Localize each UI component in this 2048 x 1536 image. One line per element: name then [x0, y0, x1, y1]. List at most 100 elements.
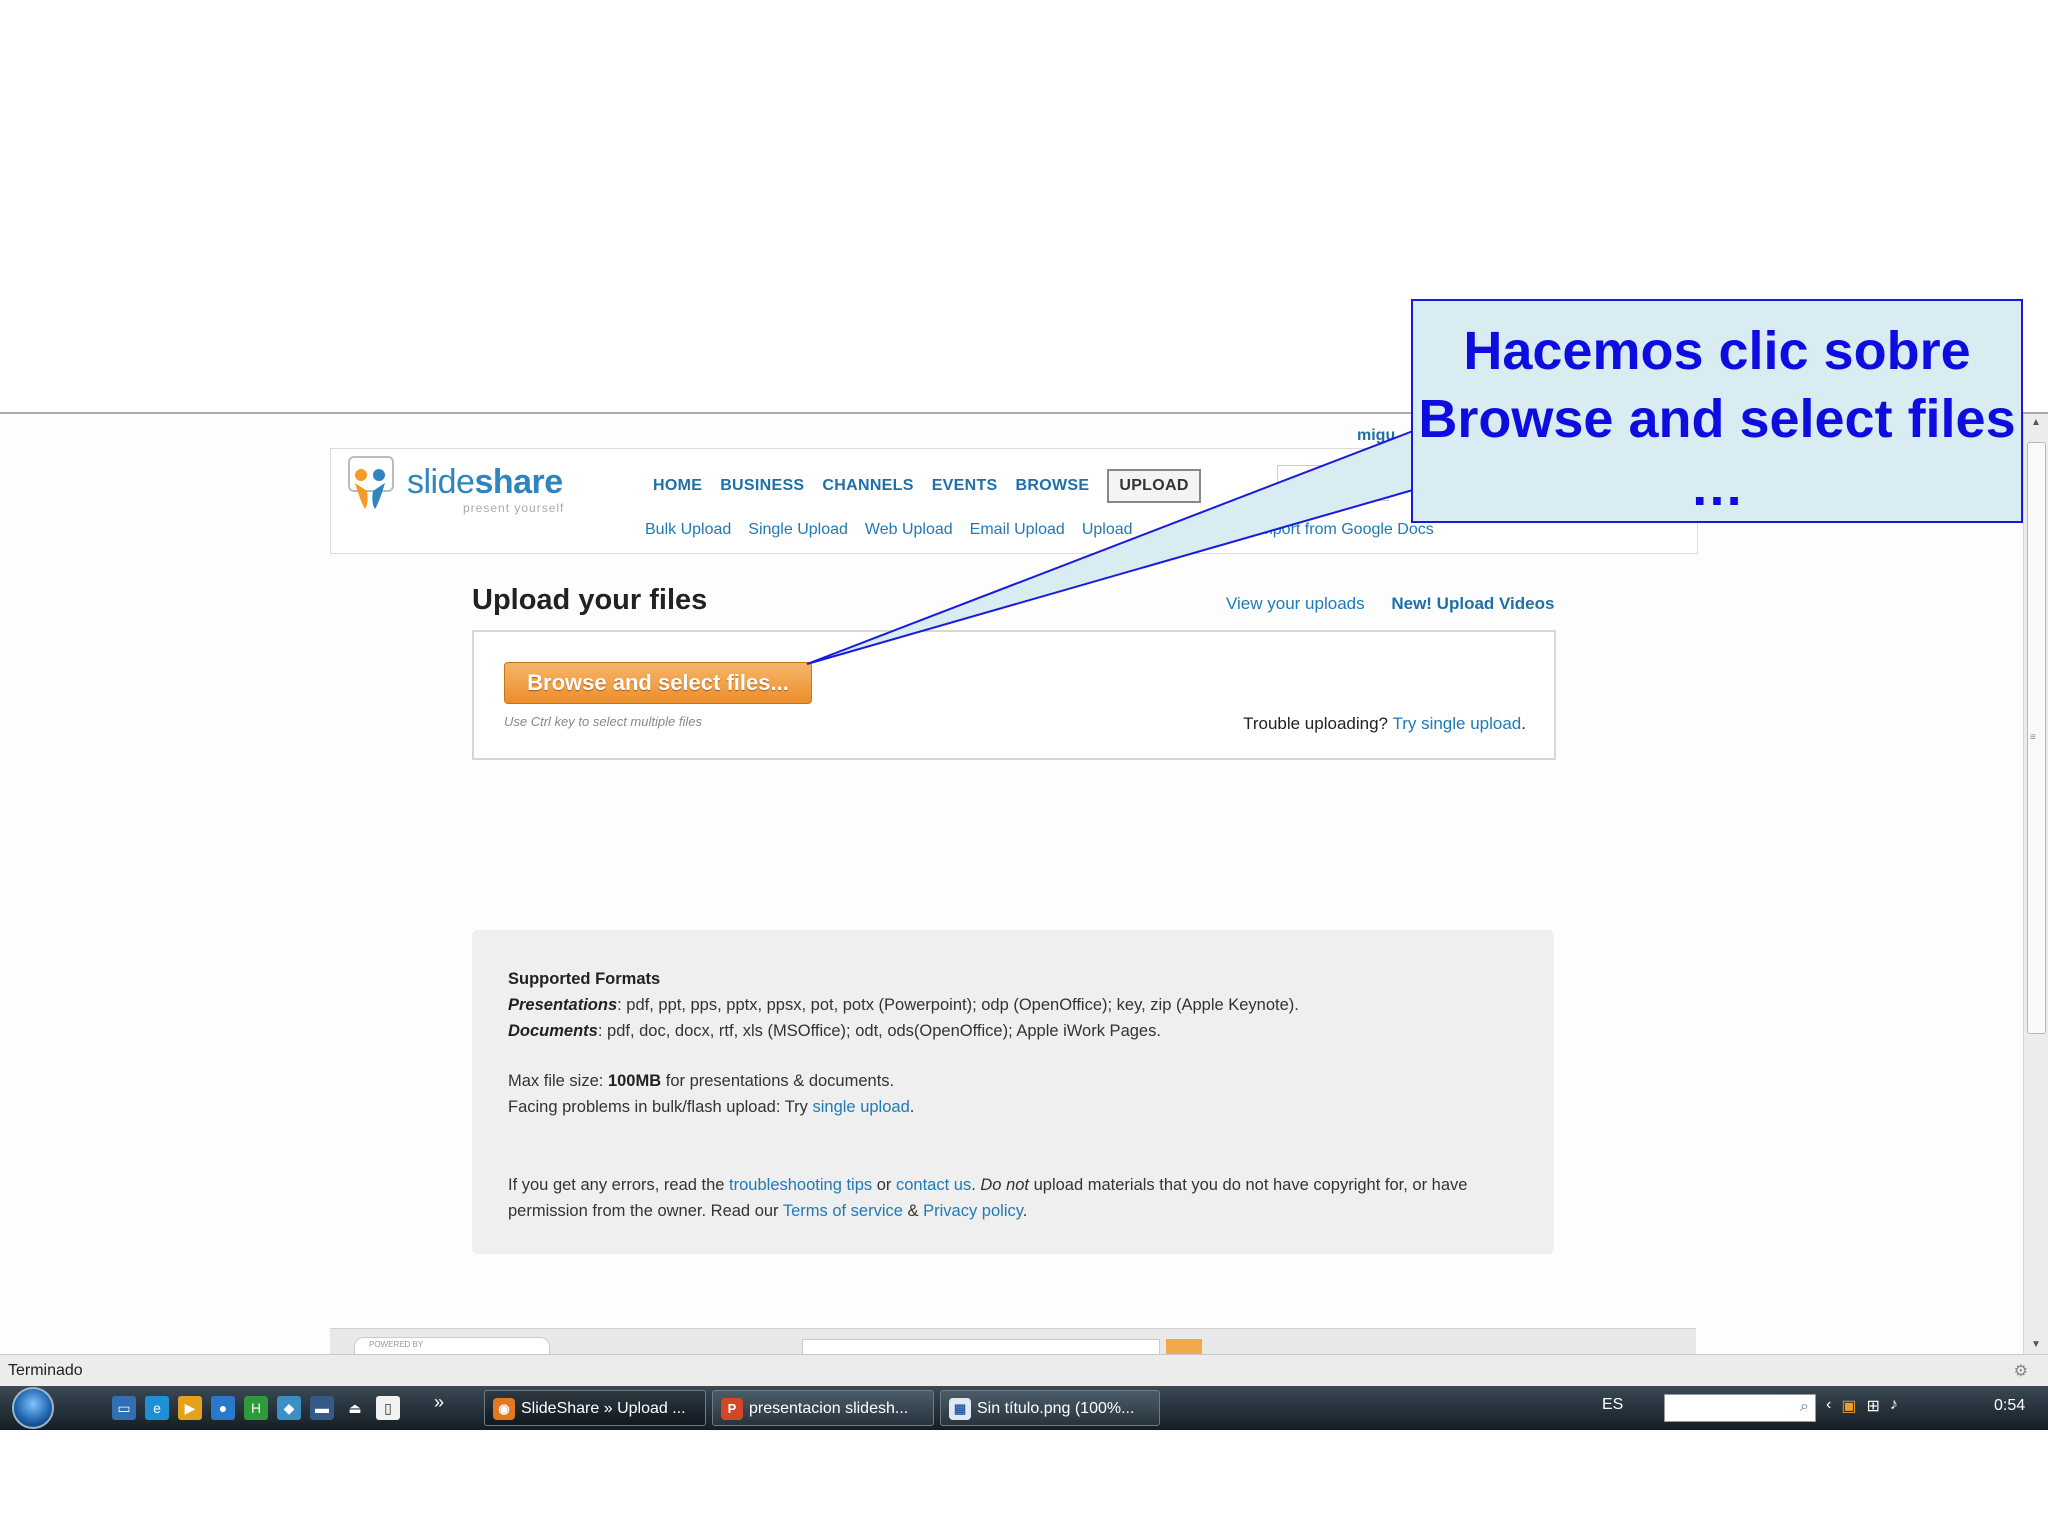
upload-panel: Browse and select files... Use Ctrl key …: [472, 630, 1556, 760]
task-label-paint: Sin título.png (100%...: [977, 1400, 1135, 1417]
quick-launch: ▭ e ▶ ● H ◆ ▬ ⏏ ▯: [112, 1396, 400, 1420]
app-cube-icon[interactable]: ◆: [277, 1396, 301, 1420]
browser-window: slideshare present yourself migu HOME BU…: [0, 412, 2048, 1358]
upload-subnav: Bulk Upload Single Upload Web Upload Ema…: [645, 521, 1434, 539]
err-text-7: .: [1022, 1202, 1028, 1220]
start-button[interactable]: [12, 1387, 54, 1429]
slideshare-logo[interactable]: slideshare present yourself: [347, 455, 567, 515]
try-single-upload-link[interactable]: Try single upload: [1392, 714, 1521, 733]
formats-heading: Supported Formats: [508, 970, 661, 988]
search-input[interactable]: [1277, 465, 1389, 501]
max-size-post: for presentations & documents.: [661, 1072, 895, 1090]
presentations-text: : pdf, ppt, pps, pptx, ppsx, pot, potx (…: [617, 996, 1299, 1014]
errors-block: If you get any errors, read the troubles…: [508, 1172, 1467, 1224]
scroll-up-icon[interactable]: ▲: [2024, 414, 2048, 432]
page-footer: POWERED BY: [330, 1328, 1696, 1354]
scroll-grip-icon: ≡: [2030, 732, 2036, 743]
taskbar-search-input[interactable]: ⌕: [1664, 1394, 1816, 1422]
tray-arrow-icon[interactable]: ‹: [1826, 1396, 1831, 1416]
firefox-icon[interactable]: ●: [211, 1396, 235, 1420]
view-uploads-link[interactable]: View your uploads: [1226, 594, 1365, 613]
nav-upload-button[interactable]: UPLOAD: [1107, 469, 1201, 503]
err-text-4: upload materials that you do not have co…: [1029, 1176, 1468, 1194]
max-size-text: Max file size:: [508, 1072, 608, 1090]
scroll-down-icon[interactable]: ▼: [2024, 1336, 2048, 1354]
documents-text: : pdf, doc, docx, rtf, xls (MSOffice); o…: [597, 1022, 1161, 1040]
user-name-link[interactable]: migu: [1357, 427, 1395, 445]
nav-events[interactable]: EVENTS: [932, 477, 998, 495]
windows-taskbar: ▭ e ▶ ● H ◆ ▬ ⏏ ▯ » ◉ SlideShare » Upload…: [0, 1386, 2048, 1430]
network-icon[interactable]: ⊞: [1866, 1396, 1879, 1416]
err-text-5: permission from the owner. Read our: [508, 1202, 783, 1220]
subnav-web-upload[interactable]: Web Upload: [865, 521, 953, 539]
contact-us-link[interactable]: contact us: [896, 1176, 971, 1194]
media-player-icon[interactable]: ▶: [178, 1396, 202, 1420]
logo-tagline: present yourself: [463, 501, 565, 515]
footer-button[interactable]: [1166, 1339, 1202, 1354]
nav-browse[interactable]: BROWSE: [1016, 477, 1090, 495]
app-green-icon[interactable]: H: [244, 1396, 268, 1420]
tray-app-icon[interactable]: ▣: [1841, 1396, 1856, 1416]
task-powerpoint[interactable]: Ppresentacion slidesh...: [712, 1390, 934, 1426]
formats-block: Supported Formats Presentations: pdf, pp…: [508, 966, 1299, 1044]
supported-formats-panel: Supported Formats Presentations: pdf, pp…: [472, 930, 1554, 1254]
trouble-uploading: Trouble uploading? Try single upload.: [1243, 714, 1526, 734]
footer-input[interactable]: [802, 1339, 1160, 1354]
monitor-icon[interactable]: ▬: [310, 1396, 334, 1420]
vertical-scrollbar[interactable]: ▲ ≡ ▼: [2023, 414, 2048, 1354]
browse-select-files-button[interactable]: Browse and select files...: [504, 662, 812, 704]
task-paint[interactable]: ▦ Sin título.png (100%...: [940, 1390, 1160, 1426]
logo-wordmark: slideshare: [407, 463, 563, 501]
powerpoint-icon: P: [721, 1398, 743, 1420]
documents-label: Documents: [508, 1022, 598, 1040]
nav-business[interactable]: BUSINESS: [720, 477, 804, 495]
presentations-label: Presentations: [508, 996, 618, 1014]
desktop-icon[interactable]: ▭: [112, 1396, 136, 1420]
eject-icon[interactable]: ⏏: [343, 1396, 367, 1420]
document-icon[interactable]: ▯: [376, 1396, 400, 1420]
quick-launch-more-icon[interactable]: »: [434, 1392, 444, 1413]
facing-text: Facing problems in bulk/flash upload: Tr…: [508, 1098, 813, 1116]
subnav-single-upload[interactable]: Single Upload: [748, 521, 848, 539]
ctrl-hint: Use Ctrl key to select multiple files: [504, 714, 702, 729]
subnav-upload-partial[interactable]: Upload: [1082, 521, 1133, 539]
troubleshooting-tips-link[interactable]: troubleshooting tips: [729, 1176, 872, 1194]
ie-icon[interactable]: e: [145, 1396, 169, 1420]
err-text-6: &: [902, 1202, 924, 1220]
page-viewport: slideshare present yourself migu HOME BU…: [0, 414, 2024, 1354]
language-indicator[interactable]: ES: [1602, 1396, 1623, 1414]
limits-block: Max file size: 100MB for presentations &…: [508, 1068, 914, 1120]
single-upload-link[interactable]: single upload: [813, 1098, 910, 1116]
subnav-email-upload[interactable]: Email Upload: [970, 521, 1065, 539]
subnav-bulk-upload[interactable]: Bulk Upload: [645, 521, 731, 539]
subnav-google-docs[interactable]: Import from Google Docs: [1255, 521, 1434, 539]
err-text-1: If you get any errors, read the: [508, 1176, 730, 1194]
search-icon[interactable]: ⌕: [1800, 1398, 1809, 1416]
upload-videos-link[interactable]: New! Upload Videos: [1391, 594, 1554, 613]
err-emphasis: Do not: [980, 1176, 1030, 1194]
system-tray: ‹ ▣ ⊞ ♪: [1826, 1396, 1898, 1416]
nav-channels[interactable]: CHANNELS: [822, 477, 913, 495]
volume-icon[interactable]: ♪: [1890, 1396, 1898, 1416]
terms-link[interactable]: Terms of service: [783, 1202, 903, 1220]
browser-status-bar: Terminado ⚙: [0, 1354, 2048, 1387]
powered-by-badge: POWERED BY: [354, 1337, 550, 1354]
firefox-task-icon: ◉: [493, 1398, 515, 1420]
privacy-link[interactable]: Privacy policy: [923, 1202, 1023, 1220]
err-text-2: or: [872, 1176, 896, 1194]
paint-icon: ▦: [949, 1398, 971, 1420]
task-firefox[interactable]: ◉ SlideShare » Upload ...: [484, 1390, 706, 1426]
task-label-powerpoint: presentacion slidesh...: [749, 1400, 909, 1417]
main-nav: HOME BUSINESS CHANNELS EVENTS BROWSE UPL…: [653, 469, 1201, 503]
nav-home[interactable]: HOME: [653, 477, 702, 495]
callout-annotation: Hacemos clic sobre Browse and select fil…: [1411, 299, 2023, 523]
top-links: View your uploads New! Upload Videos: [1226, 594, 1554, 614]
slideshare-logo-icon: [348, 456, 394, 509]
err-text-3: .: [971, 1176, 981, 1194]
status-text: Terminado: [8, 1362, 83, 1379]
page-title: Upload your files: [472, 584, 708, 616]
clock: 0:54: [1994, 1397, 2026, 1414]
max-size-value: 100MB: [607, 1072, 662, 1090]
task-label-firefox: SlideShare » Upload ...: [521, 1400, 686, 1417]
addon-icon[interactable]: ⚙: [2014, 1361, 2028, 1381]
